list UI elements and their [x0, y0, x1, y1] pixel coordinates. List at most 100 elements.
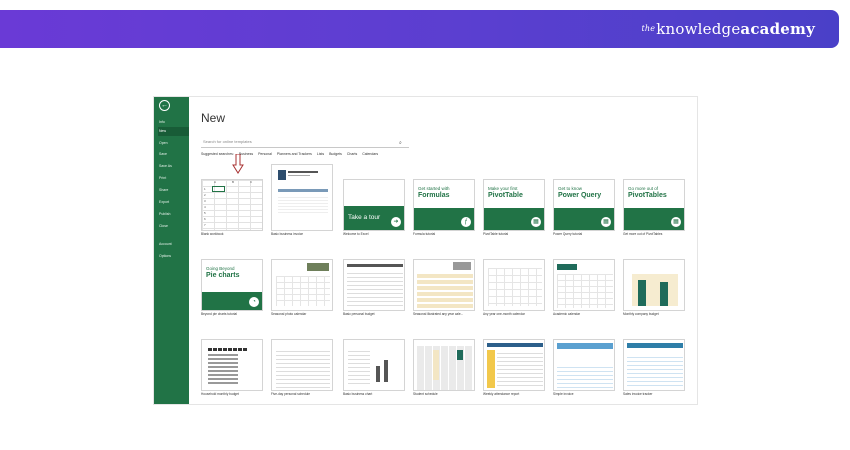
rail-close[interactable]: Close: [158, 222, 189, 231]
calendar-grid: [276, 276, 330, 306]
budget-bars: [208, 354, 238, 384]
five-day-schedule-tile[interactable]: [271, 339, 333, 391]
calendar-photo: [307, 263, 329, 271]
photo-calendar-tile[interactable]: [271, 259, 333, 311]
budget-bars: [208, 348, 248, 351]
header-banner: theknowledgeacademy: [0, 10, 839, 48]
rail-info[interactable]: Info: [158, 118, 189, 127]
suggested-planners[interactable]: Planners and Trackers: [277, 152, 312, 156]
attendance-report-tile[interactable]: [483, 339, 545, 391]
suggested-charts[interactable]: Charts: [347, 152, 357, 156]
col-a-label: A: [214, 180, 217, 184]
schedule-grid: [276, 348, 330, 388]
schedule-grid: [417, 346, 473, 390]
personal-budget-tile[interactable]: [343, 259, 405, 311]
suggested-lists[interactable]: Lists: [317, 152, 324, 156]
formulas-tile[interactable]: Get started with Formulas ƒ: [413, 179, 475, 231]
calendar-grid: [557, 274, 613, 308]
suggested-personal[interactable]: Personal: [258, 152, 272, 156]
caption-power-query: Power Query tutorial: [553, 232, 583, 236]
rail-publish[interactable]: Publish: [158, 210, 189, 219]
backstage-sidebar: ← Info New Open Save Save As Print Share…: [154, 97, 189, 404]
rail-account[interactable]: Account: [158, 240, 189, 249]
sales-invoice-tile[interactable]: [623, 339, 685, 391]
illustrated-calendar-tile[interactable]: [413, 259, 475, 311]
caption-sales-invoice: Sales invoice tracker: [623, 392, 653, 396]
excel-new-screen: ← Info New Open Save Save As Print Share…: [153, 96, 698, 405]
academic-calendar-tile[interactable]: [553, 259, 615, 311]
pivottable-tile[interactable]: Make your first PivotTable ▦: [483, 179, 545, 231]
rail-export[interactable]: Export: [158, 198, 189, 207]
template-search-input[interactable]: Search for online templates: [201, 139, 409, 148]
company-budget-tile[interactable]: [623, 259, 685, 311]
table-icon: ▦: [671, 217, 681, 227]
arrow-icon: ➜: [391, 217, 401, 227]
page-title: New: [201, 111, 226, 125]
household-budget-tile[interactable]: [201, 339, 263, 391]
rail-open[interactable]: Open: [158, 139, 189, 148]
tour-tile[interactable]: Take a tour ➜: [343, 179, 405, 231]
table-icon: ▦: [531, 217, 541, 227]
month-calendar-tile[interactable]: [483, 259, 545, 311]
rail-print[interactable]: Print: [158, 174, 189, 183]
col-b-label: B: [232, 180, 235, 184]
tile-kicker: Going Beyond: [206, 266, 235, 271]
caption-formula: Formula tutorial: [413, 232, 436, 236]
tile-kicker: Get to know: [558, 186, 583, 191]
tile-headline: Power Query: [558, 192, 602, 199]
simple-invoice-tile[interactable]: [553, 339, 615, 391]
rail-save[interactable]: Save: [158, 150, 189, 159]
pie-icon: ◔: [249, 297, 259, 307]
caption-student-schedule: Student schedule: [413, 392, 438, 396]
tile-headline: Formulas: [418, 192, 450, 199]
invoice-line: [288, 175, 310, 176]
caption-pie-charts: Beyond pie charts tutorial: [201, 312, 237, 316]
pie-charts-tile[interactable]: Going Beyond Pie charts ◔: [201, 259, 263, 311]
student-schedule-tile[interactable]: [413, 339, 475, 391]
pivottables-more-tile[interactable]: Go more out of PivotTables ▦: [623, 179, 685, 231]
tile-headline: Pie charts: [206, 272, 240, 279]
schedule-block: [433, 350, 439, 380]
caption-five-day: Five-day personal schedule: [271, 392, 310, 396]
caption-personal-budget: Basic personal budget: [343, 312, 375, 316]
suggested-label: Suggested searches:: [201, 152, 234, 156]
report-grid: [497, 350, 543, 388]
fx-icon: ƒ: [461, 217, 471, 227]
caption-business-chart: Basic business chart: [343, 392, 373, 396]
back-arrow-icon[interactable]: ←: [159, 100, 170, 111]
rail-new[interactable]: New: [158, 127, 189, 136]
col-c-label: C: [250, 180, 253, 184]
invoice-table: [557, 364, 613, 388]
tile-kicker: Make your first: [488, 186, 518, 191]
blank-workbook-tile[interactable]: A B C 1234567: [201, 179, 263, 231]
caption-simple-invoice: Simple invoice: [553, 392, 574, 396]
chart-bar: [638, 280, 646, 306]
rail-share[interactable]: Share: [158, 186, 189, 195]
rail-save-as[interactable]: Save As: [158, 162, 189, 171]
caption-pivottable: PivotTable tutorial: [483, 232, 509, 236]
rail-options[interactable]: Options: [158, 252, 189, 261]
active-cell: [212, 186, 225, 192]
illustrated-grid: [417, 274, 473, 308]
invoice-header: [557, 343, 613, 349]
search-icon[interactable]: ⌕: [399, 140, 402, 146]
suggested-calendars[interactable]: Calendars: [362, 152, 378, 156]
tile-headline: PivotTable: [488, 192, 523, 199]
budget-table: [347, 270, 403, 308]
row-labels: 1234567: [204, 187, 206, 227]
suggested-budgets[interactable]: Budgets: [329, 152, 342, 156]
report-header: [487, 343, 543, 347]
invoice-tile[interactable]: [271, 164, 333, 231]
academic-header: [557, 264, 577, 270]
invoice-logo-icon: [278, 170, 286, 180]
invoice-table: [627, 354, 683, 388]
illustration: [453, 262, 471, 270]
caption-illustrated-calendar: Seasonal illustrated any year cale...: [413, 312, 464, 316]
business-chart-tile[interactable]: [343, 339, 405, 391]
invoice-line: [288, 171, 318, 173]
power-query-tile[interactable]: Get to know Power Query ▦: [553, 179, 615, 231]
tile-headline: PivotTables: [628, 192, 667, 199]
calendar-grid: [488, 268, 542, 306]
annotation-arrow-icon: [232, 154, 244, 174]
chart-bar: [660, 282, 668, 306]
